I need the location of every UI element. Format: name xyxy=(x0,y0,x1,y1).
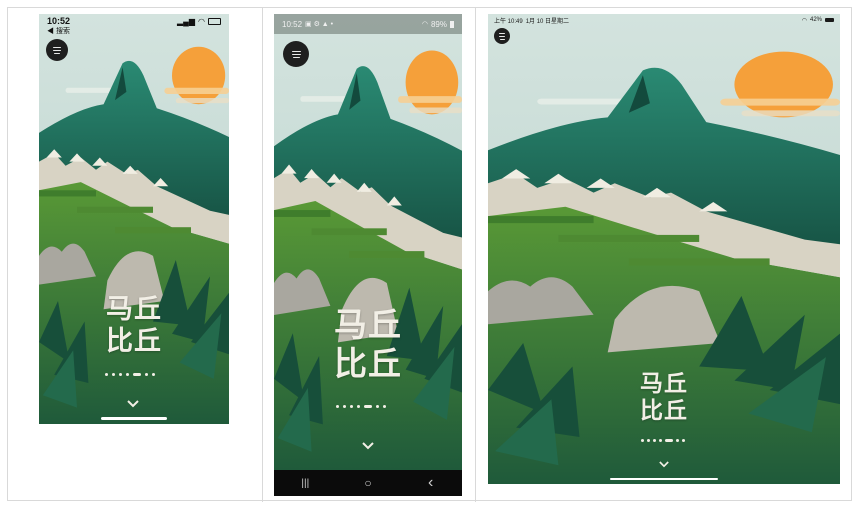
recents-button[interactable]: ||| xyxy=(285,478,325,489)
status-time: 10:52 xyxy=(47,16,71,26)
tablet-screen: 上午 10:49 1月 10 日星期二 ◠ 42% 马丘 比丘 xyxy=(488,14,840,484)
page-dot[interactable] xyxy=(152,373,155,376)
page-dot-active[interactable] xyxy=(665,439,673,442)
page-indicator[interactable] xyxy=(641,439,685,442)
page-dot[interactable] xyxy=(145,373,148,376)
machu-picchu-illustration xyxy=(39,14,229,424)
page-dot[interactable] xyxy=(653,439,656,442)
battery-icon xyxy=(450,20,454,28)
chevron-down-icon[interactable] xyxy=(362,442,374,450)
signal-icon: ▂▄▆ xyxy=(177,17,196,26)
title-line-1: 马丘 xyxy=(640,371,688,397)
page-dot[interactable] xyxy=(376,405,379,408)
home-indicator[interactable] xyxy=(610,478,718,480)
status-bar: 上午 10:49 1月 10 日星期二 ◠ 42% xyxy=(488,14,840,26)
divider-2 xyxy=(475,8,476,502)
page-title: 马丘 比丘 xyxy=(39,294,229,358)
notification-icons: ▣ ⚙ ▲ • xyxy=(305,21,334,28)
battery-icon xyxy=(208,18,221,25)
status-time: 10:52 xyxy=(282,19,303,29)
phone-screen-1: 10:52 ◀ 搜索 ▂▄▆ ◠ 马丘 比丘 xyxy=(39,14,229,424)
page-dot[interactable] xyxy=(119,373,122,376)
page-indicator[interactable] xyxy=(336,405,386,408)
wifi-icon: ◠ xyxy=(801,17,807,24)
page-dot[interactable] xyxy=(383,405,386,408)
page-dot-active[interactable] xyxy=(133,373,141,376)
home-indicator[interactable] xyxy=(101,417,167,420)
title-line-2: 比丘 xyxy=(106,325,162,357)
battery-percent: 42% xyxy=(809,17,822,23)
battery-icon xyxy=(825,18,834,22)
menu-icon xyxy=(53,46,61,48)
page-indicator[interactable] xyxy=(105,373,155,376)
page-dot[interactable] xyxy=(647,439,650,442)
status-time: 上午 10:49 xyxy=(494,18,523,25)
page-dot-active[interactable] xyxy=(364,405,372,408)
android-nav-bar: ||| ○ ‹ xyxy=(274,470,462,496)
page-dot[interactable] xyxy=(350,405,353,408)
back-to-search-link[interactable]: ◀ 搜索 xyxy=(47,26,70,36)
machu-picchu-illustration xyxy=(274,14,462,470)
menu-button[interactable] xyxy=(46,39,68,61)
wifi-icon: ◠ xyxy=(421,21,428,28)
page-dot[interactable] xyxy=(343,405,346,408)
status-bar: 10:52 ▣ ⚙ ▲ • ◠ 89% xyxy=(274,14,462,34)
back-button[interactable]: ‹ xyxy=(411,474,451,492)
page-dot[interactable] xyxy=(105,373,108,376)
page-title: 马丘 比丘 xyxy=(274,305,462,384)
page-title: 马丘 比丘 xyxy=(620,371,708,425)
title-line-2: 比丘 xyxy=(334,343,402,383)
title-line-1: 马丘 xyxy=(106,294,162,325)
title-line-1: 马丘 xyxy=(334,305,402,344)
menu-icon xyxy=(499,32,505,34)
phone-screen-2: 10:52 ▣ ⚙ ▲ • ◠ 89% 马丘 比丘 ||| ○ ‹ xyxy=(274,14,462,496)
page-dot[interactable] xyxy=(126,373,129,376)
status-date: 1月 10 日星期二 xyxy=(525,18,570,25)
menu-icon xyxy=(291,50,301,52)
page-dot[interactable] xyxy=(112,373,115,376)
page-dot[interactable] xyxy=(682,439,685,442)
menu-button[interactable] xyxy=(494,28,510,44)
chevron-down-icon[interactable] xyxy=(127,400,139,408)
page-dot[interactable] xyxy=(659,439,662,442)
battery-percent: 89% xyxy=(430,19,447,29)
page-dot[interactable] xyxy=(336,405,339,408)
page-dot[interactable] xyxy=(676,439,679,442)
wifi-icon: ◠ xyxy=(198,17,205,26)
divider-1 xyxy=(262,8,263,502)
home-button[interactable]: ○ xyxy=(348,476,388,490)
page-dot[interactable] xyxy=(357,405,360,408)
status-bar: 10:52 ◀ 搜索 ▂▄▆ ◠ xyxy=(39,14,229,38)
chevron-down-icon[interactable] xyxy=(659,461,669,468)
page-dot[interactable] xyxy=(641,439,644,442)
menu-button[interactable] xyxy=(283,41,309,67)
title-line-2: 比丘 xyxy=(640,398,688,425)
